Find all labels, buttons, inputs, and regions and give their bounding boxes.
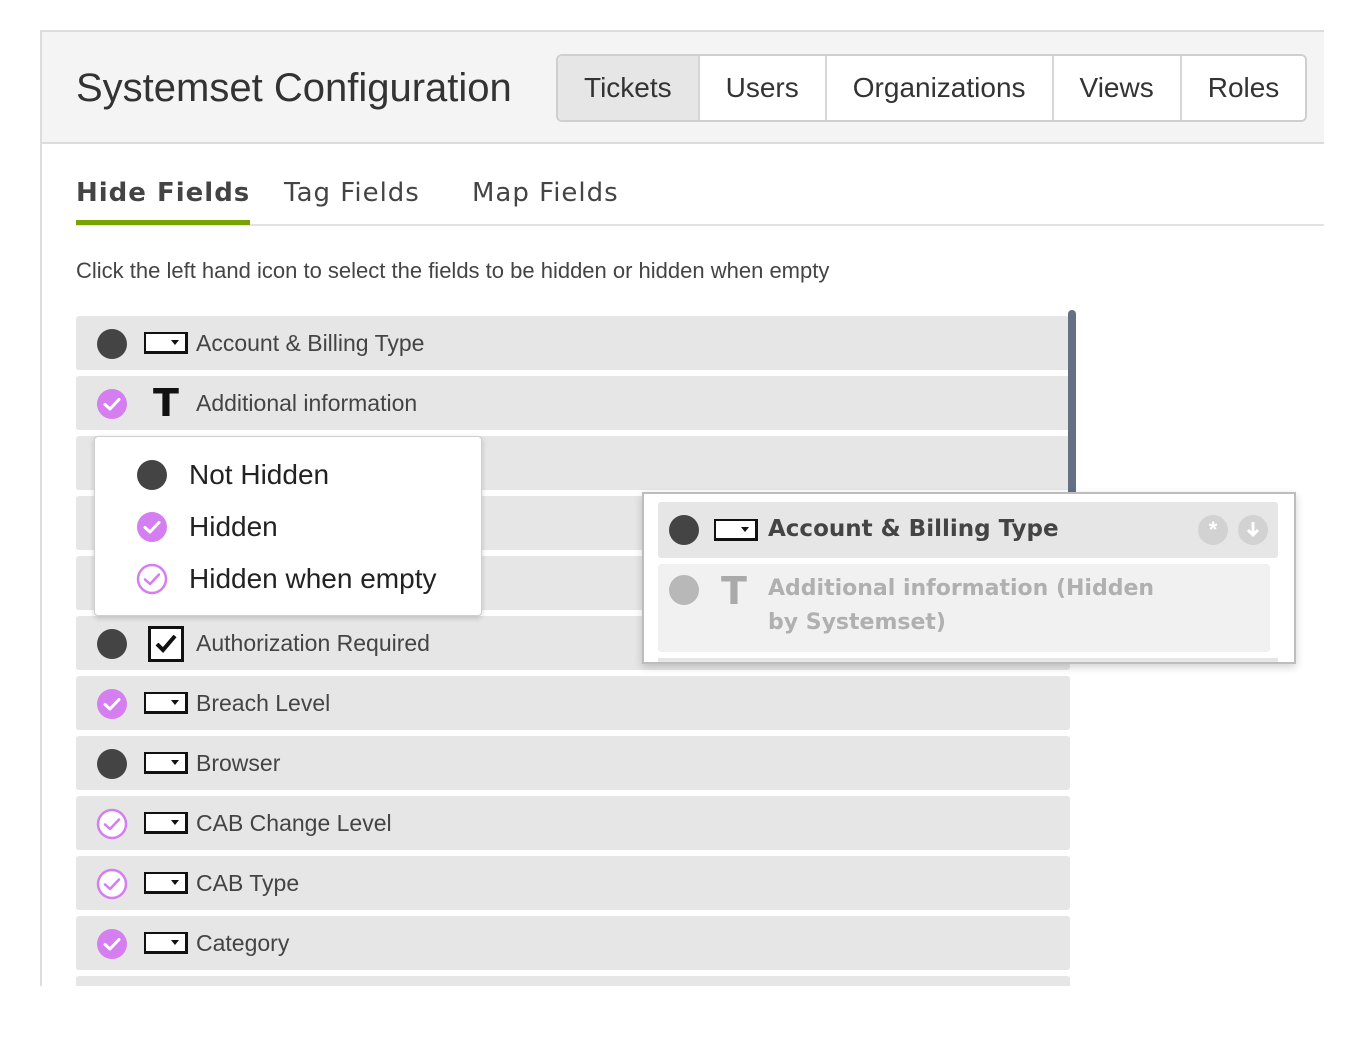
not-hidden-icon[interactable]	[96, 628, 128, 660]
drag-row-label: Account & Billing Type	[768, 516, 1059, 542]
menu-option-label: Not Hidden	[189, 459, 330, 490]
field-row: Breach Level	[76, 676, 1070, 730]
subtab-map-fields[interactable]: Map Fields	[472, 178, 619, 208]
hidden-when-empty-icon[interactable]	[96, 868, 128, 900]
menu-option-label: Hidden	[189, 511, 278, 542]
field-label: Authorization Required	[196, 630, 430, 656]
field-row: Browser	[76, 736, 1070, 790]
field-row: CAB Change Level	[76, 796, 1070, 850]
menu-option-not-hidden[interactable]: Not Hidden	[135, 455, 329, 495]
tab-organizations[interactable]: Organizations	[824, 56, 1052, 120]
field-row: Account & Billing Type	[76, 316, 1070, 370]
tab-views[interactable]: Views	[1051, 56, 1180, 120]
tab-roles[interactable]: Roles	[1179, 56, 1306, 120]
tab-tickets[interactable]: Tickets	[558, 56, 698, 120]
hidden-icon	[137, 512, 167, 542]
dropdown-icon	[144, 692, 188, 714]
field-label: Account & Billing Type	[196, 330, 425, 356]
subtab-label: Hide Fields	[76, 178, 251, 208]
dropdown-icon	[144, 332, 188, 354]
asterisk-icon[interactable]: *	[1198, 515, 1228, 545]
app-header: Systemset Configuration Tickets Users Or…	[42, 30, 1324, 144]
field-subtabs: Hide Fields Tag Fields Map Fields	[76, 174, 1324, 226]
text-icon: T	[153, 381, 179, 425]
drag-preview-row: T Additional information (Hidden by Syst…	[658, 564, 1270, 652]
drag-preview-row[interactable]: Account & Billing Type *	[658, 502, 1278, 558]
dropdown-icon	[144, 812, 188, 834]
hidden-icon[interactable]	[96, 688, 128, 720]
checkbox-icon	[148, 626, 184, 662]
field-label: Category	[196, 930, 290, 956]
menu-option-hidden[interactable]: Hidden	[135, 507, 278, 547]
not-hidden-icon	[669, 575, 699, 605]
field-row: T Additional information	[76, 376, 1070, 430]
field-row: CAB Type	[76, 856, 1070, 910]
field-label: Browser	[196, 750, 281, 776]
hidden-icon[interactable]	[96, 388, 128, 420]
instruction-text: Click the left hand icon to select the f…	[76, 258, 830, 283]
text-icon: T	[721, 569, 747, 613]
hidden-when-empty-icon[interactable]	[96, 808, 128, 840]
not-hidden-icon[interactable]	[96, 328, 128, 360]
drag-row-label-line: Additional information (Hidden	[768, 576, 1155, 601]
drag-row-label: Additional information (Hidden by System…	[768, 572, 1154, 640]
arrow-down-icon[interactable]	[1238, 515, 1268, 545]
page-title: Systemset Configuration	[76, 66, 512, 110]
dropdown-icon	[714, 519, 758, 541]
not-hidden-icon[interactable]	[96, 748, 128, 780]
object-tabs: Tickets Users Organizations Views Roles	[556, 54, 1308, 122]
dropdown-icon	[144, 872, 188, 894]
drag-preview-panel: Account & Billing Type * T Additional in…	[642, 492, 1296, 664]
hidden-when-empty-icon	[136, 563, 168, 595]
dropdown-icon	[144, 932, 188, 954]
status-menu: Not Hidden Hidden Hidden when empty	[94, 436, 482, 616]
not-hidden-icon	[137, 460, 167, 490]
field-label: Additional information	[196, 390, 418, 416]
not-hidden-icon	[669, 515, 699, 545]
field-row: Category	[76, 916, 1070, 970]
menu-option-label: Hidden when empty	[189, 563, 437, 594]
field-row	[76, 976, 1070, 986]
hidden-icon[interactable]	[96, 928, 128, 960]
drag-preview-row	[658, 658, 1278, 662]
subtab-hide-fields[interactable]: Hide Fields	[76, 178, 251, 225]
active-subtab-indicator	[76, 220, 251, 225]
field-label: CAB Change Level	[196, 810, 392, 836]
dropdown-icon	[144, 752, 188, 774]
subtab-tag-fields[interactable]: Tag Fields	[284, 178, 420, 208]
menu-option-hidden-when-empty[interactable]: Hidden when empty	[135, 559, 436, 599]
field-label: CAB Type	[196, 870, 300, 896]
drag-row-label-line: by Systemset)	[768, 610, 946, 635]
field-label: Breach Level	[196, 690, 331, 716]
tab-users[interactable]: Users	[697, 56, 825, 120]
